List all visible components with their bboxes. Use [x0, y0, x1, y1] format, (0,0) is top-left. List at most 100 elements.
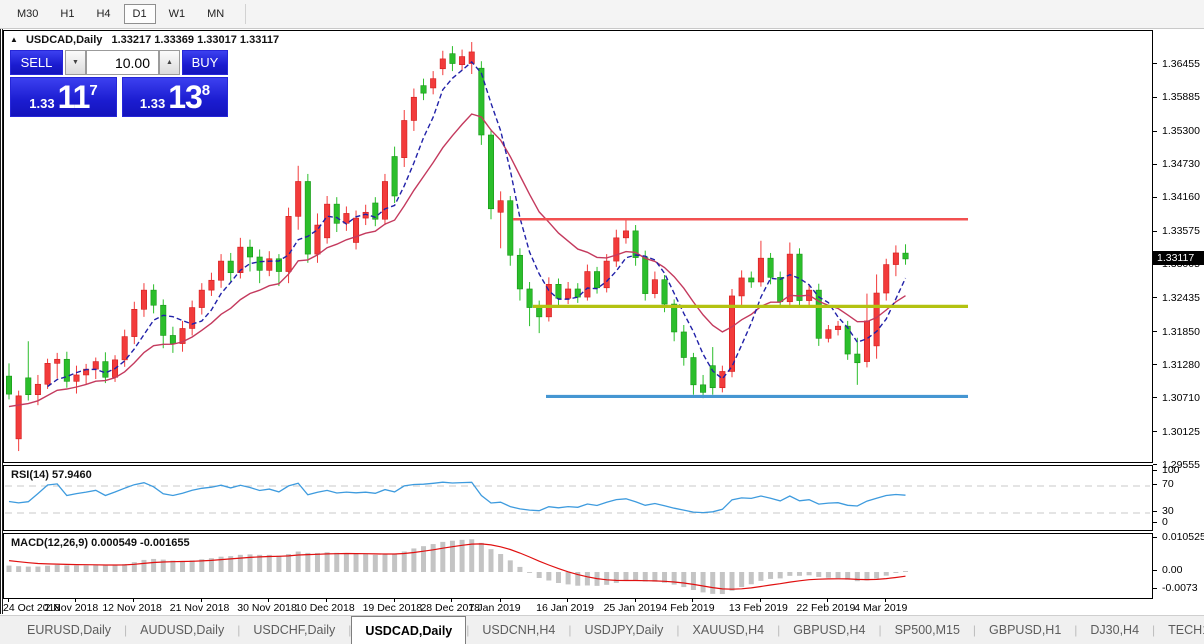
- volume-increase-button[interactable]: ▲: [159, 50, 180, 75]
- buy-price-box[interactable]: 1.33 13 8: [122, 77, 228, 117]
- price-tick: [1153, 164, 1157, 165]
- chart-tab-xauusd[interactable]: XAUUSD,H4: [680, 616, 778, 644]
- rsi-axis-label: 70: [1162, 478, 1174, 490]
- price-axis-label: 1.33575: [1162, 225, 1200, 237]
- chart-tab-gbpusd[interactable]: GBPUSD,H1: [976, 616, 1074, 644]
- date-axis-label: 10 Dec 2018: [295, 602, 355, 614]
- toolbar-separator: [245, 4, 246, 24]
- price-tick: [1153, 431, 1157, 432]
- sell-price-box[interactable]: 1.33 11 7: [10, 77, 117, 117]
- sell-price-pip: 7: [89, 82, 97, 99]
- macd-axis-label: 0.00: [1162, 564, 1182, 576]
- rsi-tick: [1153, 511, 1157, 512]
- price-tick: [1153, 397, 1157, 398]
- date-axis-label: 4 Mar 2019: [854, 602, 907, 614]
- price-tick: [1153, 131, 1157, 132]
- buy-price-big: 13: [168, 79, 202, 115]
- caret-up-icon: ▲: [166, 59, 173, 66]
- date-axis-label: 4 Feb 2019: [661, 602, 714, 614]
- rsi-tick: [1153, 470, 1157, 471]
- date-axis-label: 21 Nov 2018: [170, 602, 230, 614]
- date-axis-label: 25 Jan 2019: [604, 602, 662, 614]
- chart-tab-usdjpy[interactable]: USDJPY,Daily: [571, 616, 676, 644]
- rsi-axis-label: 0: [1162, 516, 1168, 528]
- timeframe-toolbar: M30H1H4D1W1MN: [0, 0, 1204, 29]
- chart-tab-tech100[interactable]: TECH100,H1: [1155, 616, 1204, 644]
- timeframe-button-mn[interactable]: MN: [198, 4, 233, 24]
- chart-tab-eurusd[interactable]: EURUSD,Daily: [14, 616, 124, 644]
- chart-tab-gbpusd[interactable]: GBPUSD,H4: [780, 616, 878, 644]
- buy-price-pip: 8: [202, 82, 210, 99]
- chart-tab-usdcad[interactable]: USDCAD,Daily: [351, 616, 466, 644]
- rsi-tick: [1153, 522, 1157, 523]
- current-price-tag: 1.33117: [1153, 251, 1204, 265]
- price-tick: [1153, 297, 1157, 298]
- chart-tab-dj30[interactable]: DJ30,H4: [1077, 616, 1152, 644]
- sell-price-prefix: 1.33: [29, 96, 54, 111]
- sell-button[interactable]: SELL: [10, 50, 63, 75]
- price-tick: [1153, 97, 1157, 98]
- price-axis-label: 1.36455: [1162, 58, 1200, 70]
- date-axis-label: 13 Feb 2019: [729, 602, 788, 614]
- date-axis-label: 30 Nov 2018: [237, 602, 297, 614]
- date-axis-label: 12 Nov 2018: [102, 602, 162, 614]
- volume-decrease-button[interactable]: ▼: [65, 50, 86, 75]
- buy-button[interactable]: BUY: [182, 50, 228, 75]
- date-axis-label: 7 Jan 2019: [469, 602, 521, 614]
- date-axis-label: 19 Dec 2018: [363, 602, 423, 614]
- chart-tab-bar: EURUSD,Daily|AUDUSD,Daily|USDCHF,Daily|U…: [0, 615, 1204, 644]
- timeframe-button-h4[interactable]: H4: [87, 4, 119, 24]
- caret-down-icon: ▼: [72, 59, 79, 66]
- price-tick: [1153, 231, 1157, 232]
- macd-label: MACD(12,26,9) 0.000549 -0.001655: [11, 537, 190, 549]
- date-axis-label: 22 Feb 2019: [796, 602, 855, 614]
- price-axis: 1.36455 1.35885 1.35300 1.34730 1.34160 1.335…: [1153, 29, 1204, 614]
- macd-values: 0.000549 -0.001655: [91, 537, 189, 549]
- chart-tab-usdchf[interactable]: USDCHF,Daily: [240, 616, 348, 644]
- volume-input[interactable]: 10.00: [86, 50, 159, 75]
- macd-tick: [1153, 588, 1157, 589]
- chart-ohlc-values: 1.33217 1.33369 1.33017 1.33117: [111, 34, 279, 46]
- rsi-plot[interactable]: [4, 466, 1152, 530]
- rsi-panel[interactable]: RSI(14) 57.9460: [3, 465, 1153, 531]
- price-axis-label: 1.30125: [1162, 426, 1200, 438]
- trading-terminal: M30H1H4D1W1MN ▲ USDCAD,Daily 1.33217 1.3…: [0, 0, 1204, 644]
- price-axis-label: 1.34160: [1162, 191, 1200, 203]
- macd-axis-label: 0.010525: [1162, 531, 1204, 543]
- price-axis-label: 1.31280: [1162, 359, 1200, 371]
- price-axis-label: 1.35300: [1162, 125, 1200, 137]
- price-axis-label: 1.35885: [1162, 91, 1200, 103]
- chart-tab-usdcnh[interactable]: USDCNH,H4: [469, 616, 568, 644]
- macd-panel[interactable]: MACD(12,26,9) 0.000549 -0.001655: [3, 533, 1153, 599]
- price-axis-label: 1.31850: [1162, 326, 1200, 338]
- macd-tick: [1153, 537, 1157, 538]
- price-axis-label: 1.32435: [1162, 292, 1200, 304]
- rsi-label: RSI(14) 57.9460: [11, 469, 92, 481]
- rsi-axis-label: 100: [1162, 464, 1180, 476]
- chart-symbol-label: USDCAD,Daily: [26, 34, 102, 46]
- macd-axis-label: -0.0073: [1162, 582, 1198, 594]
- rsi-tick: [1153, 484, 1157, 485]
- timeframe-button-d1[interactable]: D1: [124, 4, 156, 24]
- date-axis: 24 Oct 20182 Nov 201812 Nov 201821 Nov 2…: [3, 599, 1153, 614]
- timeframe-button-m30[interactable]: M30: [8, 4, 47, 24]
- price-axis-label: 1.34730: [1162, 158, 1200, 170]
- date-axis-label: 2 Nov 2018: [44, 602, 98, 614]
- date-axis-label: 16 Jan 2019: [536, 602, 594, 614]
- price-tick: [1153, 197, 1157, 198]
- rsi-value: 57.9460: [52, 469, 92, 481]
- chart-tab-sp500[interactable]: SP500,M15: [882, 616, 973, 644]
- price-tick: [1153, 63, 1157, 64]
- price-tick: [1153, 364, 1157, 365]
- chart-tab-audusd[interactable]: AUDUSD,Daily: [127, 616, 237, 644]
- price-tick: [1153, 331, 1157, 332]
- price-tick: [1153, 464, 1157, 465]
- macd-tick: [1153, 570, 1157, 571]
- buy-price-prefix: 1.33: [140, 96, 165, 111]
- chart-collapse-icon[interactable]: ▲: [10, 35, 18, 44]
- sell-price-big: 11: [58, 79, 90, 115]
- timeframe-button-h1[interactable]: H1: [51, 4, 83, 24]
- price-axis-label: 1.30710: [1162, 392, 1200, 404]
- timeframe-button-w1[interactable]: W1: [160, 4, 195, 24]
- chart-title: ▲ USDCAD,Daily 1.33217 1.33369 1.33017 1…: [10, 34, 279, 46]
